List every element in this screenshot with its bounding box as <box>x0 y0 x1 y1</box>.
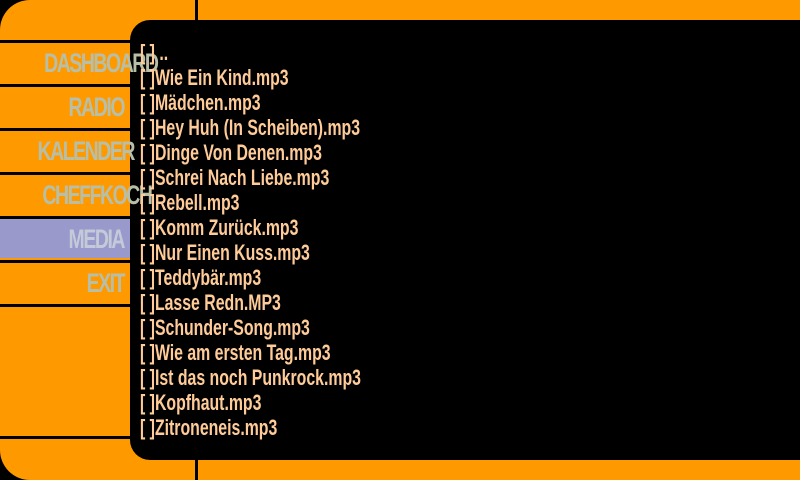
file-row[interactable]: [ ]Wie Ein Kind.mp3 <box>140 65 447 90</box>
file-row[interactable]: [ ]Zitroneneis.mp3 <box>140 415 447 440</box>
bottom-divider <box>195 460 198 480</box>
file-list: [ ] .. [ ]Wie Ein Kind.mp3 [ ]Mädchen.mp… <box>140 40 447 440</box>
file-row[interactable]: [ ]Schrei Nach Liebe.mp3 <box>140 165 447 190</box>
file-row[interactable]: [ ]Ist das noch Punkrock.mp3 <box>140 365 447 390</box>
file-row[interactable]: [ ]Nur Einen Kuss.mp3 <box>140 240 447 265</box>
menu-item-dashboard[interactable]: DASHBOARD <box>0 43 159 82</box>
file-row[interactable]: [ ]Mädchen.mp3 <box>140 90 447 115</box>
file-row[interactable]: [ ]Schunder-Song.mp3 <box>140 315 447 340</box>
menu-divider <box>0 304 130 307</box>
menu-item-cheffkoch[interactable]: CHEFFKOCH <box>0 175 153 214</box>
menu-item-exit[interactable]: EXIT <box>0 263 130 302</box>
menu-item-media[interactable]: MEDIA <box>0 219 130 258</box>
top-divider <box>195 0 198 20</box>
menu-item-kalender[interactable]: KALENDER <box>0 131 136 170</box>
menu-item-radio[interactable]: RADIO <box>0 87 130 126</box>
file-row[interactable]: [ ]Hey Huh (In Scheiben).mp3 <box>140 115 447 140</box>
file-row[interactable]: [ ]Teddybär.mp3 <box>140 265 447 290</box>
file-row-parent[interactable]: [ ] .. <box>140 40 447 65</box>
file-row[interactable]: [ ]Kopfhaut.mp3 <box>140 390 447 415</box>
file-row[interactable]: [ ]Komm Zurück.mp3 <box>140 215 447 240</box>
file-row[interactable]: [ ]Wie am ersten Tag.mp3 <box>140 340 447 365</box>
file-row[interactable]: [ ]Lasse Redn.MP3 <box>140 290 447 315</box>
menu-divider <box>0 436 130 439</box>
file-row[interactable]: [ ]Dinge Von Denen.mp3 <box>140 140 447 165</box>
file-row[interactable]: [ ]Rebell.mp3 <box>140 190 447 215</box>
